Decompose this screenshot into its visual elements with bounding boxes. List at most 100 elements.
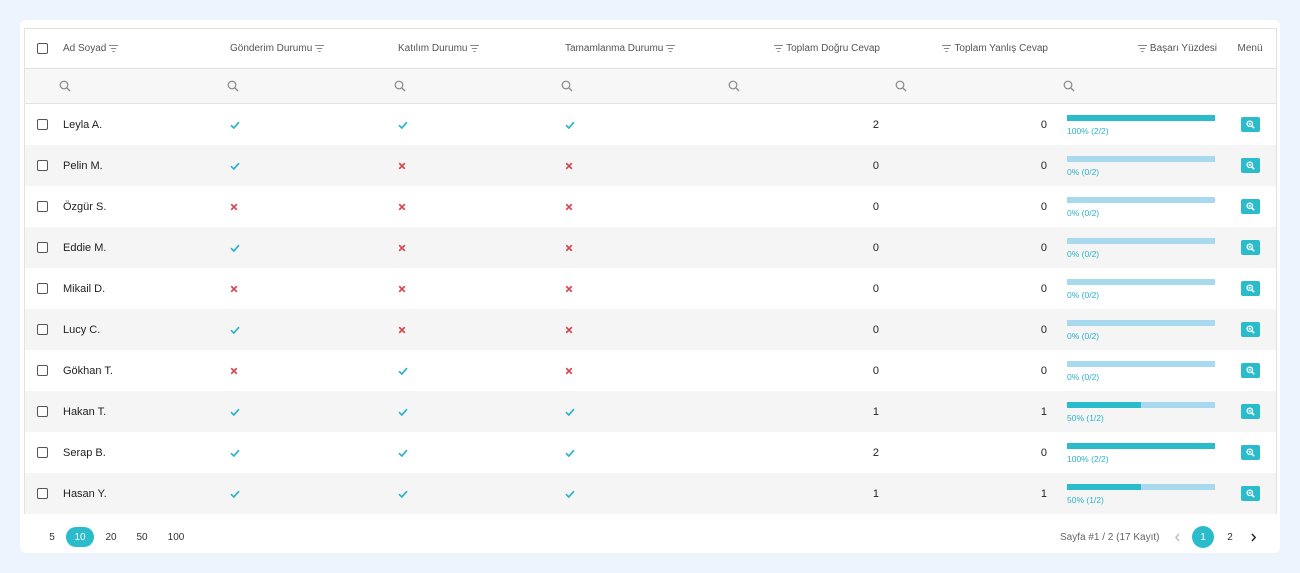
filter-sort-icon[interactable] [942,45,952,52]
view-details-button[interactable] [1240,199,1260,214]
wrong-count: 0 [1040,241,1047,254]
next-page-button[interactable] [1243,527,1263,547]
page-button-2[interactable]: 2 [1220,527,1240,547]
check-icon [565,490,575,498]
search-icon[interactable] [1063,80,1075,92]
row-checkbox[interactable] [37,119,48,130]
row-checkbox[interactable] [37,324,48,335]
row-checkbox[interactable] [37,201,48,212]
filter-sort-icon[interactable] [109,45,119,52]
row-name: Serap B. [63,446,106,459]
status-cell [398,186,558,227]
view-details-button[interactable] [1240,281,1260,296]
wrong-count: 0 [1040,159,1047,172]
status-cell [230,104,390,145]
check-icon [230,490,240,498]
column-header-gonderim[interactable]: Gönderim Durumu [230,29,390,68]
status-cell [398,432,558,473]
grid-body: Leyla A. 2 0 100% (2/2) Pelin M. 0 0 0% (0/2) Öz… [25,104,1276,514]
row-checkbox[interactable] [37,365,48,376]
column-header-basari[interactable]: Başarı Yüzdesi [1067,29,1217,68]
search-icon[interactable] [394,80,406,92]
filter-sort-icon[interactable] [666,45,676,52]
row-checkbox[interactable] [37,160,48,171]
status-cell [398,145,558,186]
view-details-button[interactable] [1240,158,1260,173]
view-details-button[interactable] [1240,240,1260,255]
filter-sort-icon[interactable] [1137,45,1147,52]
row-checkbox[interactable] [37,242,48,253]
table-row: Leyla A. 2 0 100% (2/2) [25,104,1276,145]
select-all-checkbox[interactable] [37,43,48,54]
filter-cell-basari[interactable] [1063,69,1213,103]
row-checkbox[interactable] [37,283,48,294]
view-details-button[interactable] [1240,486,1260,501]
correct-count: 0 [872,282,879,295]
wrong-count: 0 [1040,282,1047,295]
status-cell [230,391,390,432]
page-size-100[interactable]: 100 [166,527,186,547]
check-icon [230,408,240,416]
column-header-katilim[interactable]: Katılım Durumu [398,29,558,68]
check-icon [230,121,240,129]
wrong-count: 1 [1040,405,1047,418]
progress-fill [1067,443,1215,449]
view-details-button[interactable] [1240,404,1260,419]
page-size-50[interactable]: 50 [135,527,149,547]
status-cell [230,309,390,350]
search-icon[interactable] [895,80,907,92]
search-icon[interactable] [227,80,239,92]
row-name: Gökhan T. [63,364,113,377]
view-details-button[interactable] [1240,445,1260,460]
page-size-10[interactable]: 10 [66,527,94,547]
filter-sort-icon[interactable] [774,45,784,52]
filter-cell-yanlis[interactable] [895,69,1045,103]
view-details-button[interactable] [1240,117,1260,132]
success-progress: 100% (2/2) [1067,113,1215,136]
zoom-icon [1245,448,1255,457]
progress-label: 100% (2/2) [1067,454,1109,464]
column-header-yanlis[interactable]: Toplam Yanlış Cevap [898,29,1048,68]
column-header-tamamlanma[interactable]: Tamamlanma Durumu [565,29,725,68]
cross-icon [565,244,573,252]
view-details-button[interactable] [1240,322,1260,337]
page-size-5[interactable]: 5 [46,527,58,547]
column-header-name[interactable]: Ad Soyad [63,29,223,68]
prev-page-button[interactable] [1167,527,1187,547]
row-checkbox[interactable] [37,488,48,499]
cross-icon [565,326,573,334]
success-progress: 0% (0/2) [1067,154,1215,177]
page-info: Sayfa #1 / 2 (17 Kayıt) [1060,531,1160,543]
success-progress: 0% (0/2) [1067,195,1215,218]
search-icon[interactable] [561,80,573,92]
page-size-20[interactable]: 20 [104,527,118,547]
filter-cell-dogru[interactable] [728,69,878,103]
row-checkbox[interactable] [37,406,48,417]
data-grid: Ad Soyad Gönderim Durumu Katılım Durumu … [24,28,1277,514]
filter-cell-katilim[interactable] [394,69,554,103]
progress-track [1067,238,1215,244]
search-icon[interactable] [728,80,740,92]
status-cell [565,227,725,268]
table-row: Gökhan T. 0 0 0% (0/2) [25,350,1276,391]
filter-cell-tamamlanma[interactable] [561,69,721,103]
filter-sort-icon[interactable] [470,45,480,52]
column-header-dogru[interactable]: Toplam Doğru Cevap [730,29,880,68]
cross-icon [398,162,406,170]
check-icon [565,449,575,457]
filter-sort-icon[interactable] [315,45,325,52]
filter-cell-name[interactable] [59,69,219,103]
view-details-button[interactable] [1240,363,1260,378]
search-icon[interactable] [59,80,71,92]
filter-cell-gonderim[interactable] [227,69,387,103]
zoom-icon [1245,284,1255,293]
column-header-label: Menü [1237,43,1263,54]
page-button-1[interactable]: 1 [1192,526,1214,548]
progress-track [1067,484,1215,490]
progress-fill [1067,484,1141,490]
zoom-icon [1245,407,1255,416]
row-checkbox[interactable] [37,447,48,458]
zoom-icon [1245,366,1255,375]
status-cell [565,432,725,473]
status-cell [398,268,558,309]
